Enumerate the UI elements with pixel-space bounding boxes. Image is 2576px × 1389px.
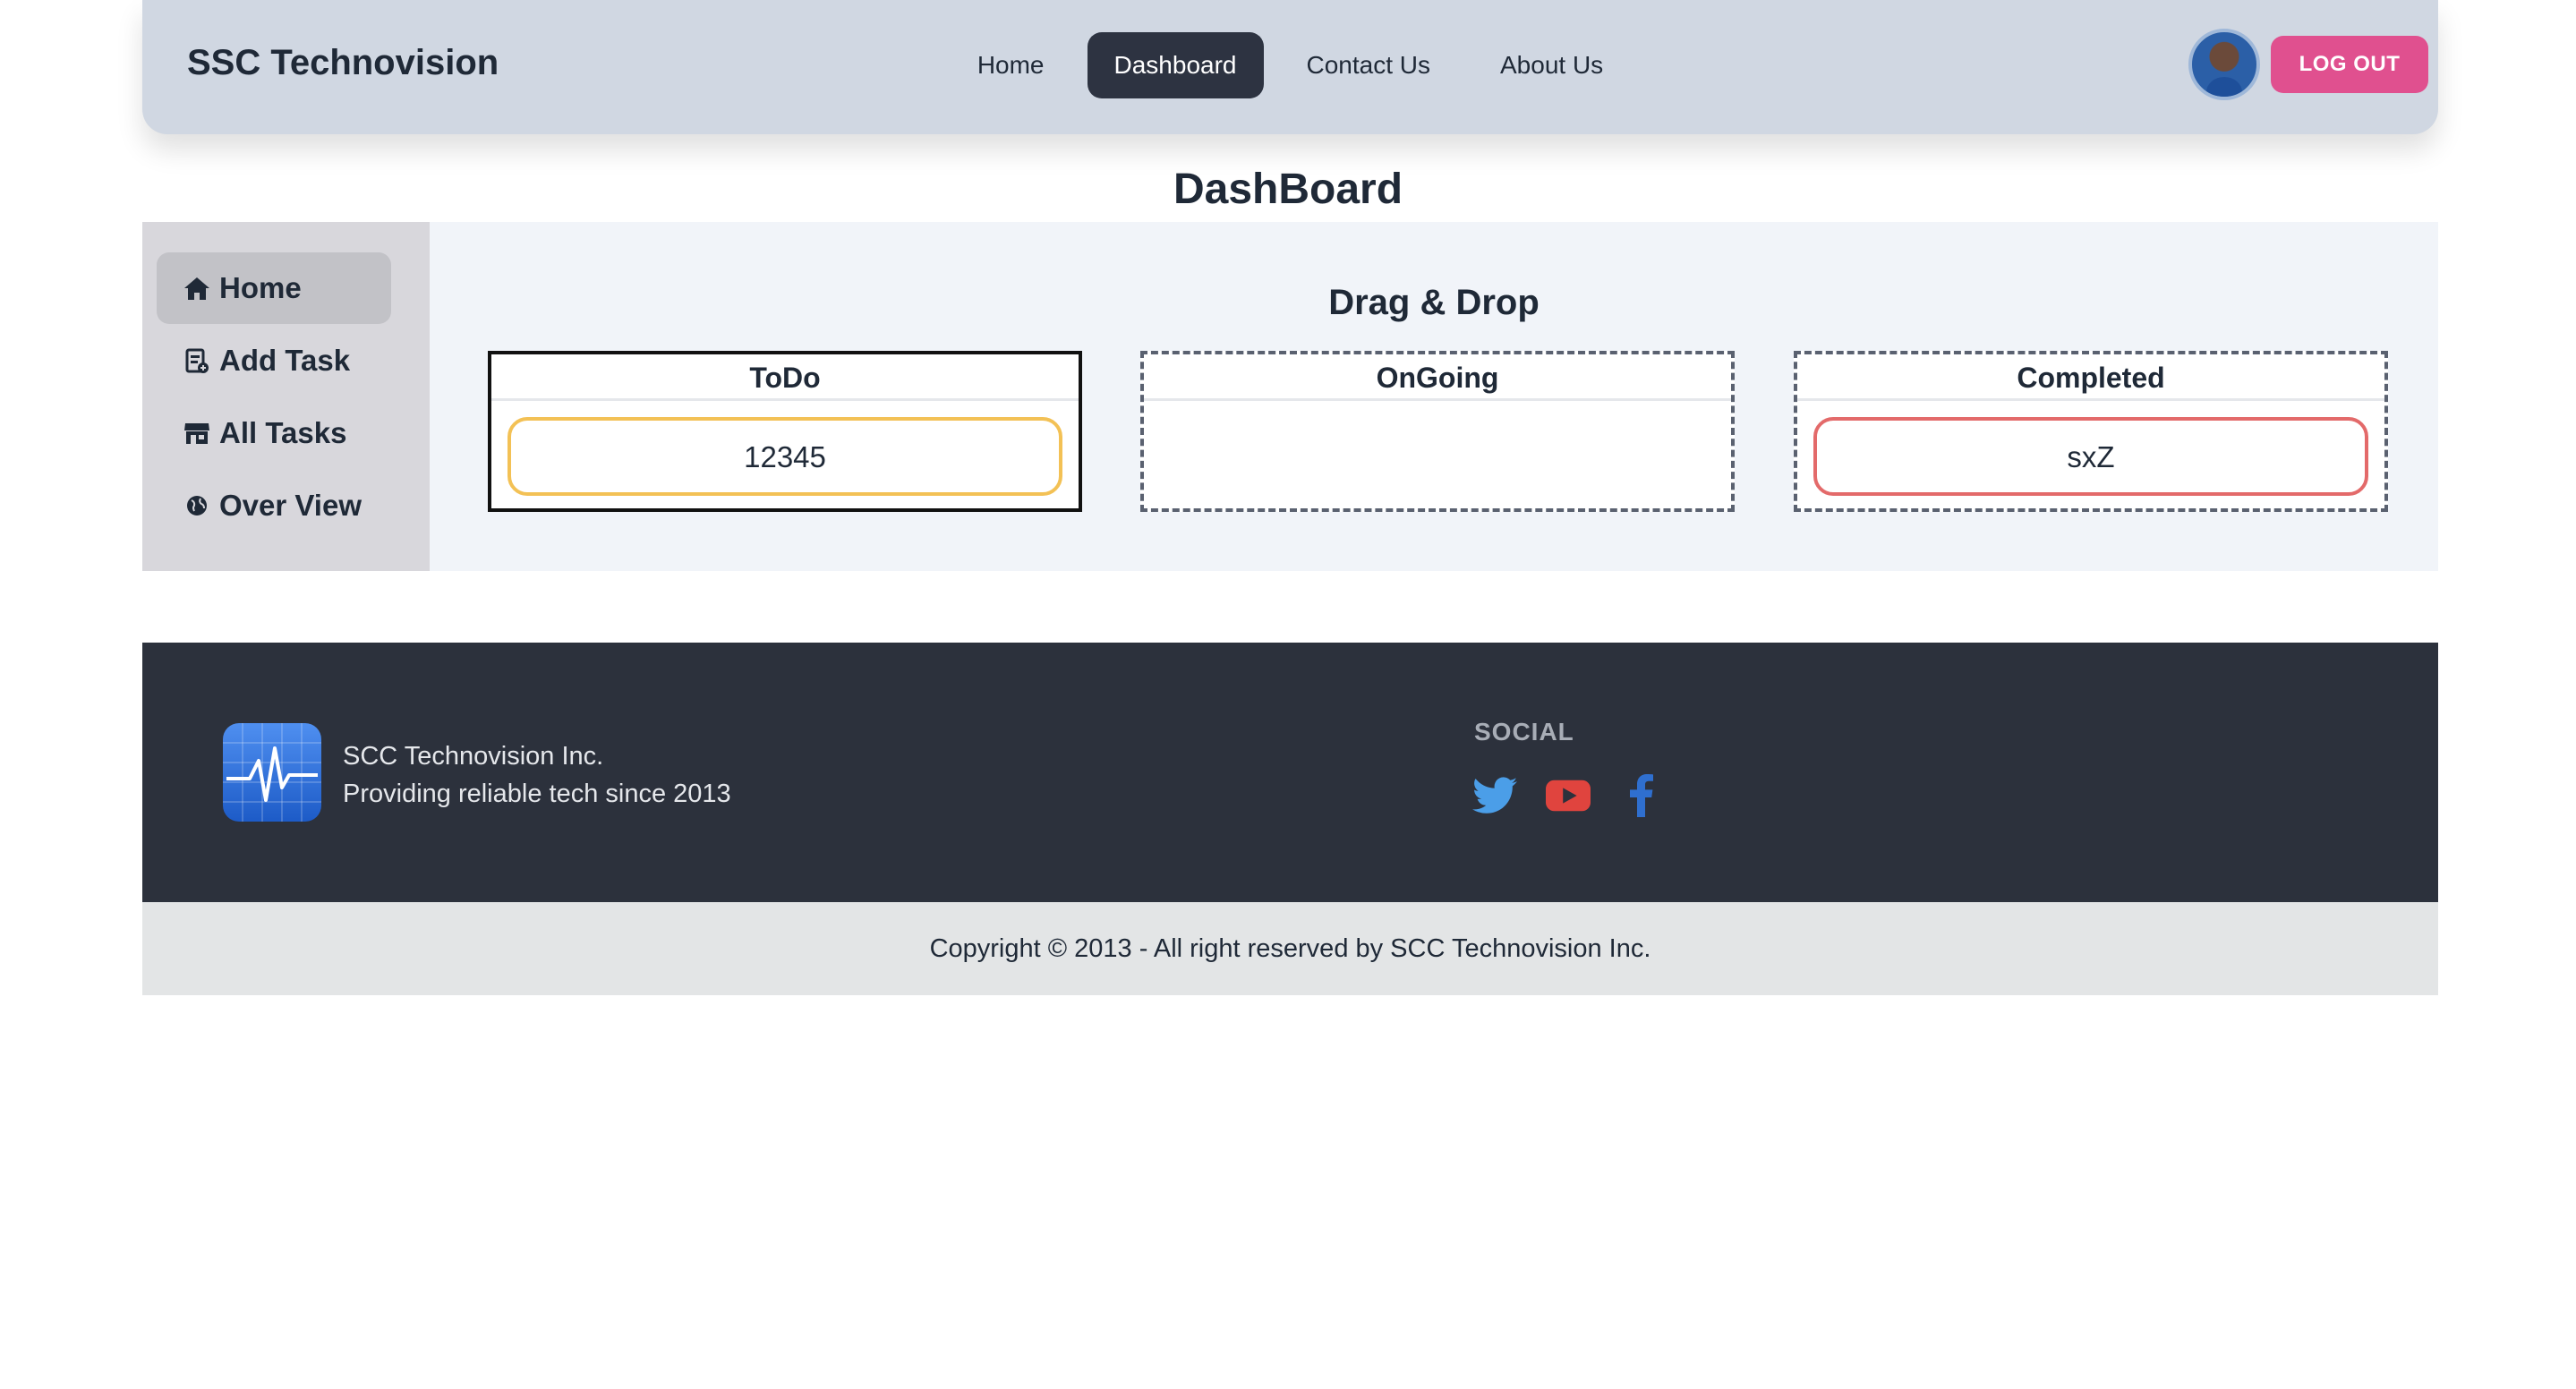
- nav-dashboard[interactable]: Dashboard: [1087, 32, 1264, 98]
- sidebar-item-add-task[interactable]: Add Task: [157, 325, 391, 396]
- social-heading: SOCIAL: [1474, 718, 1574, 746]
- column-title: ToDo: [491, 354, 1079, 401]
- twitter-icon[interactable]: [1472, 775, 1517, 816]
- add-task-icon: [183, 347, 210, 374]
- store-icon: [183, 420, 210, 447]
- globe-icon: [183, 492, 210, 519]
- main-panel: Home Add Task All Tasks Over View Drag &…: [142, 222, 2438, 571]
- avatar[interactable]: [2188, 29, 2260, 100]
- company-tagline: Providing reliable tech since 2013: [343, 780, 731, 808]
- column-todo[interactable]: ToDo 12345: [488, 351, 1082, 512]
- board-title: Drag & Drop: [1328, 283, 1540, 322]
- company-name: SCC Technovision Inc.: [343, 742, 604, 771]
- sidebar-item-label: Over View: [219, 489, 362, 522]
- sidebar-item-all-tasks[interactable]: All Tasks: [157, 397, 391, 469]
- footer: SCC Technovision Inc. Providing reliable…: [142, 643, 2438, 902]
- nav-links: Home Dashboard Contact Us About Us: [142, 32, 2438, 98]
- sidebar: Home Add Task All Tasks Over View: [142, 222, 430, 571]
- navbar: SSC Technovision Home Dashboard Contact …: [142, 0, 2438, 134]
- social-links: [1472, 774, 1664, 817]
- column-title: Completed: [1797, 354, 2384, 401]
- logout-button[interactable]: LOG OUT: [2271, 36, 2428, 93]
- nav-contact-us[interactable]: Contact Us: [1280, 32, 1458, 98]
- sidebar-item-home[interactable]: Home: [157, 252, 391, 324]
- task-card[interactable]: sxZ: [1813, 417, 2368, 496]
- column-ongoing[interactable]: OnGoing: [1140, 351, 1735, 512]
- sidebar-item-over-view[interactable]: Over View: [157, 470, 391, 541]
- company-logo-icon: [223, 723, 321, 822]
- nav-about-us[interactable]: About Us: [1473, 32, 1630, 98]
- copyright-bar: Copyright © 2013 - All right reserved by…: [142, 902, 2438, 995]
- nav-home[interactable]: Home: [951, 32, 1071, 98]
- task-card[interactable]: 12345: [508, 417, 1062, 496]
- home-icon: [183, 275, 210, 302]
- page-title: DashBoard: [1173, 166, 1403, 213]
- footer-company-info: SCC Technovision Inc. Providing reliable…: [343, 737, 731, 813]
- column-title: OnGoing: [1144, 354, 1731, 401]
- youtube-icon[interactable]: [1546, 775, 1591, 816]
- sidebar-item-label: Add Task: [219, 344, 351, 377]
- sidebar-item-label: Home: [219, 271, 302, 304]
- sidebar-item-label: All Tasks: [219, 416, 347, 449]
- facebook-icon[interactable]: [1619, 774, 1664, 817]
- column-completed[interactable]: Completed sxZ: [1794, 351, 2388, 512]
- copyright-text: Copyright © 2013 - All right reserved by…: [929, 934, 1651, 963]
